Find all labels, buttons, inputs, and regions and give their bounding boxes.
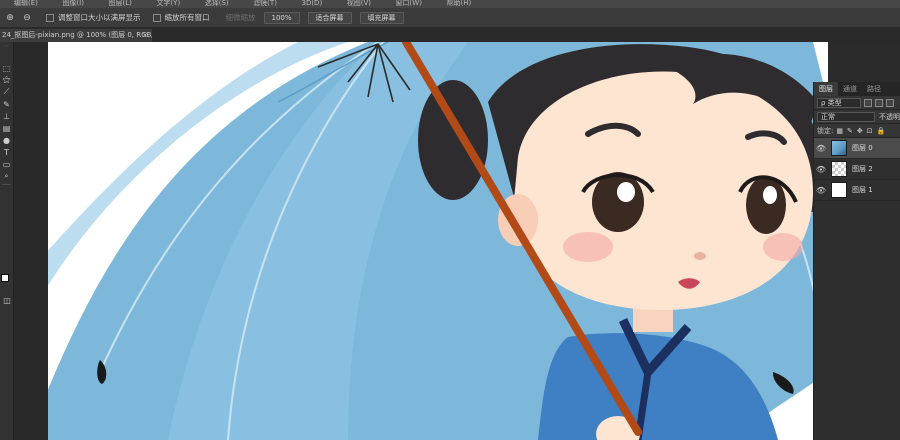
cheek-left <box>563 232 613 262</box>
resize-windows-label: 调整窗口大小以满屏显示 <box>58 13 141 22</box>
document-canvas[interactable] <box>48 42 828 440</box>
menu-image[interactable]: 图像(I) <box>62 0 84 7</box>
layer-thumbnail <box>831 182 847 198</box>
eye-left <box>592 172 644 232</box>
move-tool[interactable] <box>0 50 13 62</box>
type-icon[interactable]: T <box>0 146 13 158</box>
layer-name: 图层 0 <box>852 144 873 152</box>
lock-all-icon[interactable]: 🔒 <box>877 127 886 135</box>
filter-type-icon[interactable] <box>886 98 894 107</box>
toolbar-divider <box>2 184 11 185</box>
zoom-all-label: 缩放所有窗口 <box>164 13 210 22</box>
layers-panel-tabs: 图层 通道 路径 <box>814 82 900 96</box>
tab-layers[interactable]: 图层 <box>814 82 838 96</box>
blend-mode-select[interactable]: 正常 <box>817 111 875 122</box>
menu-window[interactable]: 窗口(W) <box>396 0 422 7</box>
layers-panel: 图层 通道 路径 ρ 类型 正常 不透明 锁定: ▦ ✎ ✥ ⊡ 🔒 👁 图层 … <box>813 82 900 440</box>
layer-name: 图层 2 <box>852 165 873 173</box>
menu-layer[interactable]: 图层(L) <box>109 0 132 7</box>
blend-row: 正常 不透明 <box>814 110 900 124</box>
stamp-icon[interactable]: ⊥ <box>0 110 13 122</box>
filter-label: ρ 类型 <box>821 98 842 107</box>
lock-transparent-icon[interactable]: ▦ <box>836 127 843 135</box>
lock-row: 锁定: ▦ ✎ ✥ ⊡ 🔒 <box>814 124 900 138</box>
layer-kind-filter[interactable]: ρ 类型 <box>817 97 861 108</box>
foreground-color-swatch[interactable] <box>1 274 9 282</box>
layer-row[interactable]: 👁 图层 1 <box>814 180 900 201</box>
eye-icon[interactable]: 👁 <box>814 186 828 195</box>
eye-icon[interactable]: 👁 <box>814 165 828 174</box>
rectangle-icon[interactable]: ▭ <box>0 158 13 170</box>
layer-filter-row: ρ 类型 <box>814 96 900 110</box>
menu-view[interactable]: 视图(V) <box>347 0 371 7</box>
gradient-icon[interactable]: ▤ <box>0 122 13 134</box>
layer-row[interactable]: 👁 图层 2 <box>814 159 900 180</box>
workspace <box>15 42 828 440</box>
eye-icon[interactable]: 👁 <box>814 144 828 153</box>
layer-thumbnail <box>831 140 847 156</box>
checkbox-box[interactable] <box>152 13 161 22</box>
zoom-out-icon[interactable]: ⊖ <box>20 11 34 25</box>
fill-screen-button[interactable]: 填充屏幕 <box>359 11 404 24</box>
opacity-label: 不透明 <box>879 112 900 121</box>
document-tab-bar: 24_抠图后-pixian.png @ 100% (图层 0, RGB/8) *… <box>0 29 900 42</box>
artwork-illustration <box>48 42 828 440</box>
zoom-in-icon[interactable]: ⊕ <box>3 11 17 25</box>
dodge-icon[interactable]: ● <box>0 134 13 146</box>
close-icon[interactable]: × <box>142 29 148 42</box>
marquee-icon[interactable]: ⬚ <box>0 62 13 74</box>
eye-left-highlight <box>617 182 635 202</box>
eyedropper-icon[interactable]: ⟋ <box>0 86 13 98</box>
tab-paths[interactable]: 路径 <box>862 82 886 96</box>
menu-edit[interactable]: 编辑(E) <box>14 0 38 7</box>
layer-row[interactable]: 👁 图层 0 <box>814 138 900 159</box>
menu-filter[interactable]: 滤镜(T) <box>253 0 277 7</box>
zoom-100-button[interactable]: 100% <box>263 11 300 24</box>
layer-thumbnail <box>831 161 847 177</box>
checkbox-box[interactable] <box>46 13 54 22</box>
document-tab-title: 24_抠图后-pixian.png @ 100% (图层 0, RGB/8) * <box>2 31 152 39</box>
lock-position-icon[interactable]: ✥ <box>857 127 863 135</box>
scrubby-zoom-label: 细微缩放 <box>225 13 256 22</box>
layer-name: 图层 1 <box>852 186 873 194</box>
menu-type[interactable]: 文字(Y) <box>156 0 180 7</box>
zoom-all-windows-checkbox[interactable]: 缩放所有窗口 <box>152 12 210 23</box>
menu-3d[interactable]: 3D(D) <box>301 0 322 7</box>
filter-pixel-icon[interactable] <box>864 98 872 107</box>
resize-windows-checkbox[interactable]: 调整窗口大小以满屏显示 <box>46 12 141 23</box>
hair-bun <box>418 80 488 200</box>
magic-wand-icon[interactable]: ⚝ <box>0 74 13 86</box>
lock-pixels-icon[interactable]: ✎ <box>847 127 853 135</box>
brush-icon[interactable]: ✎ <box>0 98 13 110</box>
fit-screen-button[interactable]: 适合屏幕 <box>307 11 352 24</box>
eye-right-highlight <box>763 186 777 204</box>
filter-adjust-icon[interactable] <box>875 98 883 107</box>
document-tab[interactable]: 24_抠图后-pixian.png @ 100% (图层 0, RGB/8) *… <box>0 29 152 42</box>
lock-artboard-icon[interactable]: ⊡ <box>867 127 873 135</box>
menu-help[interactable]: 帮助(H) <box>446 0 471 7</box>
zoom-icon[interactable]: ⌕ <box>0 170 13 182</box>
tools-panel: ·· ⬚ ⚝ ⟋ ✎ ⊥ ▤ ● T ▭ ⌕ ◫ <box>0 42 14 440</box>
blend-mode-value: 正常 <box>821 112 835 121</box>
toolbar-grip-icon: ·· <box>3 41 10 51</box>
options-bar: ⊕ ⊖ 调整窗口大小以满屏显示 缩放所有窗口 细微缩放 100% 适合屏幕 填充… <box>0 8 900 28</box>
tab-channels[interactable]: 通道 <box>838 82 862 96</box>
menu-bar: 编辑(E) 图像(I) 图层(L) 文字(Y) 选择(S) 滤镜(T) 3D(D… <box>0 0 900 8</box>
nose <box>694 252 706 260</box>
quick-mask-icon[interactable]: ◫ <box>0 294 14 306</box>
lock-label: 锁定: <box>817 126 834 135</box>
cheek-right <box>763 233 803 261</box>
menu-select[interactable]: 选择(S) <box>205 0 229 7</box>
